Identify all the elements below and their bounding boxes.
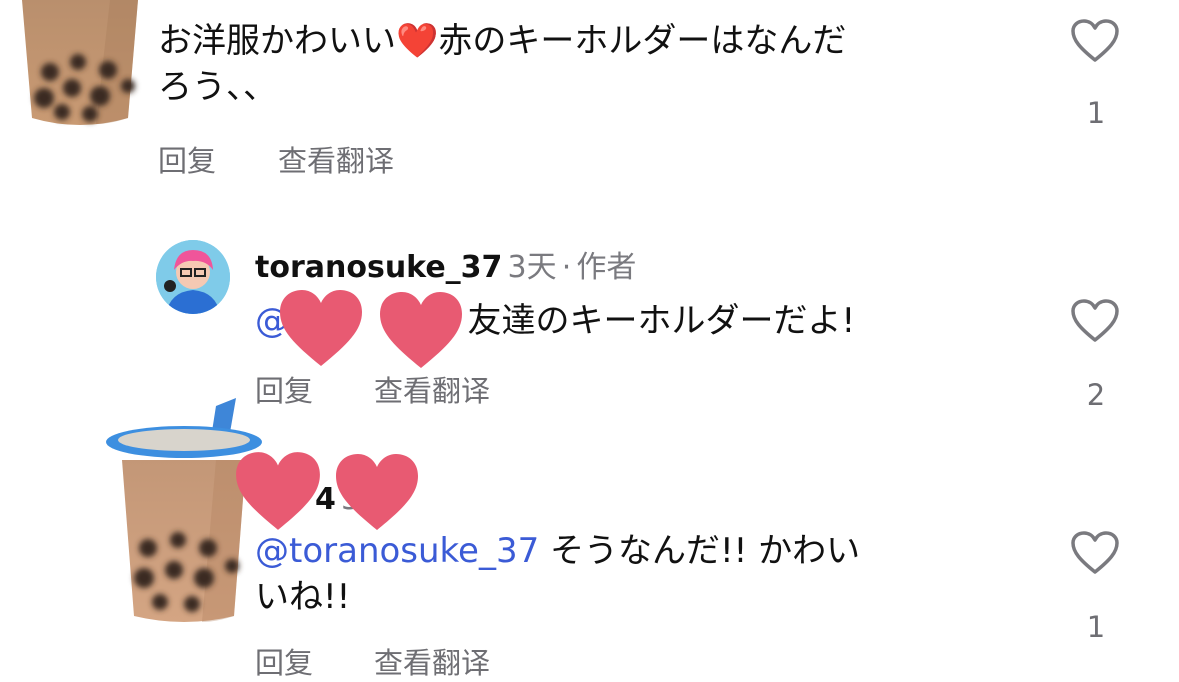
comment-3-text: @toranosuke_37 そうなんだ!! かわい いね!! [255,528,1015,620]
author-badge: 作者 [576,250,637,285]
reply-button[interactable]: 回复 [158,138,216,180]
comment-1-text-part2: 赤のキーホルダーはなんだ [438,21,847,61]
comment-1-text-part1: お洋服かわいい [158,21,396,61]
mention-link[interactable]: @toranosuke_37 [255,531,539,571]
translate-button[interactable]: 查看翻译 [374,368,490,410]
comment-1-text: お洋服かわいい❤️赤のキーホルダーはなんだ ろう、、 [158,18,1038,110]
comment-2-header: toranosuke_37 3天 · 作者 [255,242,636,286]
comment-3-body-line2: いね!! [255,577,351,617]
heart-outline-icon [1071,531,1119,574]
like-count: 1 [1086,610,1106,644]
comment-1-text-line2: ろう、、 [158,67,277,107]
heart-sticker [276,286,366,370]
heart-sticker [376,288,466,372]
comment-3-body-line1: そうなんだ!! かわい [550,531,861,571]
like-button[interactable] [1070,18,1120,64]
translate-button[interactable]: 查看翻译 [278,138,394,180]
comment-1-avatar[interactable] [10,0,150,130]
heart-outline-icon [1071,299,1119,342]
like-button[interactable] [1070,298,1120,344]
heart-outline-icon [1071,19,1119,62]
heart-sticker [232,448,324,534]
like-count: 2 [1086,378,1106,412]
heart-sticker [332,450,422,534]
comment-2-body: 友達のキーホルダーだよ! [467,301,856,341]
username[interactable]: toranosuke_37 [255,250,502,285]
like-button[interactable] [1070,530,1120,576]
translate-button[interactable]: 查看翻译 [374,640,490,682]
reply-button[interactable]: 回复 [255,640,313,682]
like-count: 1 [1086,96,1106,130]
red-heart-emoji: ❤️ [396,21,439,61]
comment-2-avatar[interactable] [156,240,230,314]
separator-dot: · [561,250,572,285]
comment-time: 3天 [507,250,557,285]
